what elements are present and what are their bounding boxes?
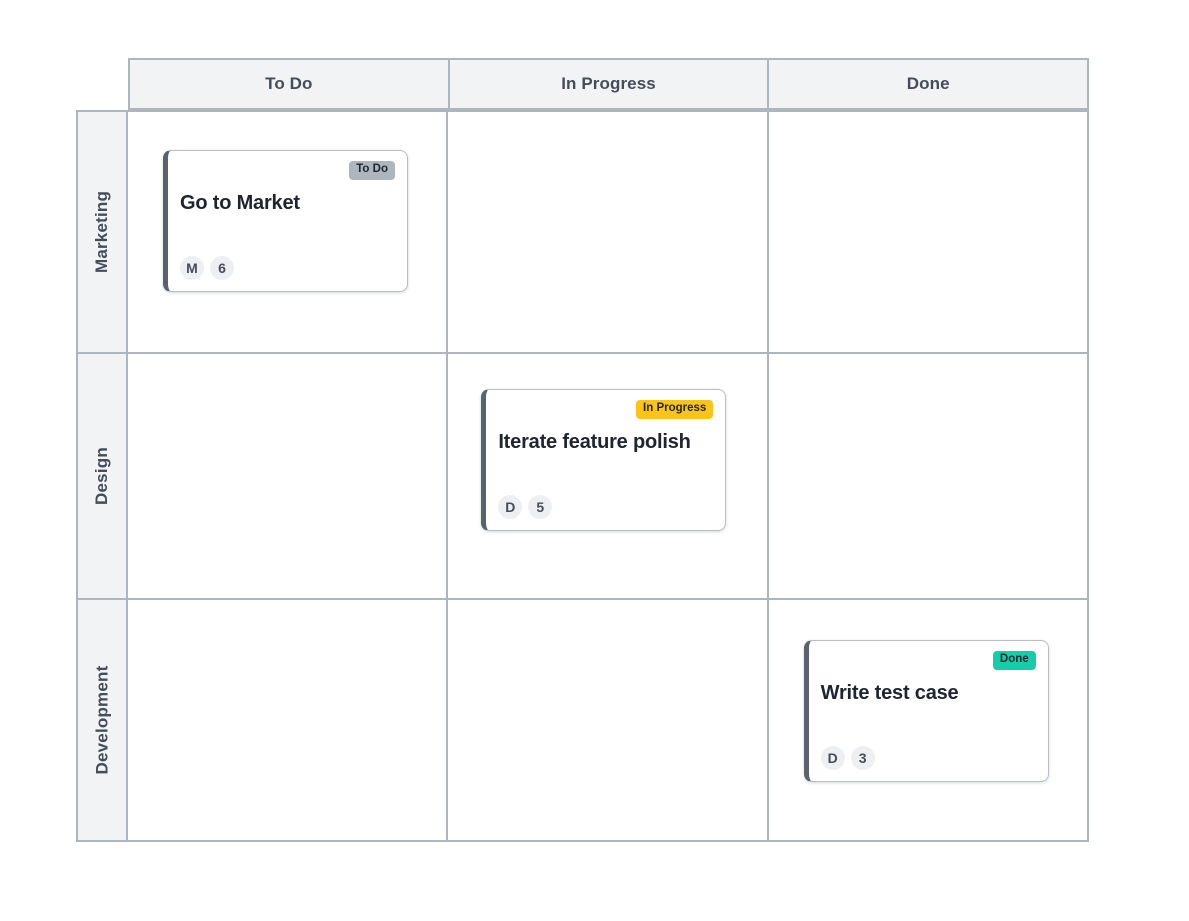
card-title: Go to Market <box>180 189 395 217</box>
swimlane-row-development: Development Done Write test case D 3 <box>76 598 1089 842</box>
cell-development-done[interactable]: Done Write test case D 3 <box>769 598 1089 842</box>
swimlane-row-design: Design In Progress Iterate feature polis… <box>76 352 1089 598</box>
row-header-development[interactable]: Development <box>76 598 128 842</box>
board-corner-cell <box>76 58 128 110</box>
card-title: Write test case <box>821 679 1036 707</box>
status-badge: In Progress <box>636 400 713 419</box>
cell-design-in-progress[interactable]: In Progress Iterate feature polish D 5 <box>448 352 768 598</box>
column-header-label: To Do <box>265 74 312 94</box>
column-header-to-do[interactable]: To Do <box>128 58 448 110</box>
row-header-label: Development <box>92 666 112 775</box>
card-badge-row: To Do <box>180 161 395 183</box>
avatar[interactable]: D <box>498 495 522 519</box>
status-badge: To Do <box>349 161 395 180</box>
cell-marketing-done[interactable] <box>769 110 1089 352</box>
cell-marketing-to-do[interactable]: To Do Go to Market M 6 <box>128 110 448 352</box>
row-header-design[interactable]: Design <box>76 352 128 598</box>
card-title: Iterate feature polish <box>498 428 713 456</box>
story-points-chip: 3 <box>851 746 875 770</box>
cell-design-to-do[interactable] <box>128 352 448 598</box>
column-header-row: To Do In Progress Done <box>76 58 1089 110</box>
card-footer: M 6 <box>180 256 234 280</box>
cell-development-in-progress[interactable] <box>448 598 768 842</box>
task-card[interactable]: To Do Go to Market M 6 <box>163 150 408 292</box>
status-badge: Done <box>993 651 1036 670</box>
column-header-label: In Progress <box>561 74 656 94</box>
avatar[interactable]: M <box>180 256 204 280</box>
board-body: Marketing To Do Go to Market M 6 <box>76 110 1089 842</box>
story-points-chip: 5 <box>528 495 552 519</box>
row-header-label: Design <box>92 447 112 505</box>
task-card[interactable]: Done Write test case D 3 <box>804 640 1049 782</box>
avatar[interactable]: D <box>821 746 845 770</box>
swimlane-row-marketing: Marketing To Do Go to Market M 6 <box>76 110 1089 352</box>
cell-development-to-do[interactable] <box>128 598 448 842</box>
card-footer: D 5 <box>498 495 552 519</box>
row-header-label: Marketing <box>92 191 112 273</box>
story-points-chip: 6 <box>210 256 234 280</box>
column-header-done[interactable]: Done <box>767 58 1089 110</box>
column-header-label: Done <box>907 74 950 94</box>
cell-marketing-in-progress[interactable] <box>448 110 768 352</box>
row-header-marketing[interactable]: Marketing <box>76 110 128 352</box>
kanban-board: To Do In Progress Done Marketing To Do G… <box>76 58 1089 842</box>
column-header-in-progress[interactable]: In Progress <box>448 58 768 110</box>
card-footer: D 3 <box>821 746 875 770</box>
card-badge-row: Done <box>821 651 1036 673</box>
cell-design-done[interactable] <box>769 352 1089 598</box>
card-badge-row: In Progress <box>498 400 713 422</box>
task-card[interactable]: In Progress Iterate feature polish D 5 <box>481 389 726 531</box>
